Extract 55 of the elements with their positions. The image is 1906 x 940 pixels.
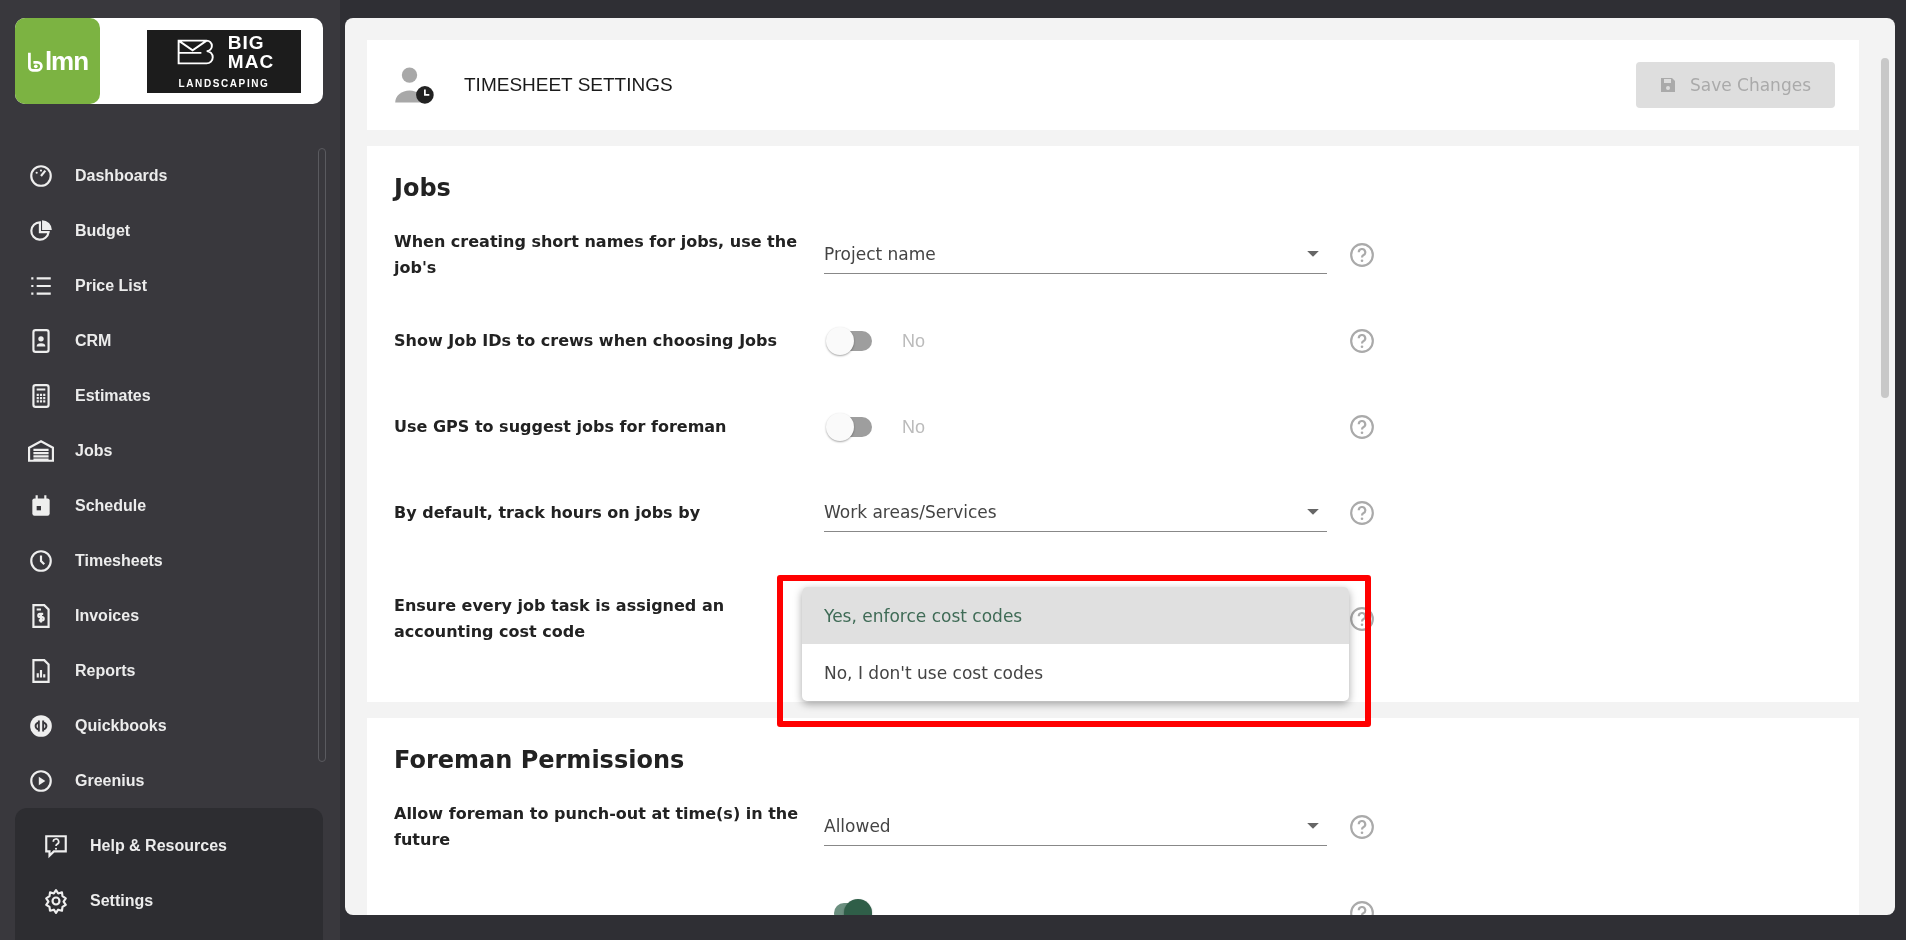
nav-item[interactable]: Settings bbox=[15, 873, 323, 928]
nav-item[interactable]: Invoices bbox=[0, 588, 140, 643]
help-icon[interactable] bbox=[1349, 500, 1375, 526]
nav-item[interactable]: Estimates bbox=[0, 368, 151, 423]
select-field[interactable]: Work areas/Services bbox=[824, 494, 1327, 532]
gauge-icon bbox=[28, 162, 54, 189]
help-icon[interactable] bbox=[1349, 606, 1375, 632]
section-title: Foreman Permissions bbox=[394, 746, 686, 774]
nav-item[interactable]: Price List bbox=[0, 258, 148, 313]
scrollbar[interactable] bbox=[1881, 58, 1889, 398]
nav-item[interactable]: Greenius bbox=[0, 753, 145, 808]
clock-icon bbox=[28, 547, 54, 574]
play-circle-icon bbox=[28, 767, 54, 794]
toggle-state: No bbox=[902, 416, 925, 438]
nav-item[interactable]: Dashboards bbox=[0, 148, 168, 203]
caret-icon bbox=[1307, 822, 1319, 830]
qb-icon bbox=[28, 712, 54, 739]
logo-mark-icon bbox=[26, 50, 43, 72]
setting-label: Ensure every job task is assigned an accounting cost code bbox=[394, 595, 726, 643]
toggle-state: No bbox=[902, 330, 925, 352]
help-icon[interactable] bbox=[1349, 328, 1375, 354]
garage-icon bbox=[28, 437, 54, 464]
section-title: Jobs bbox=[394, 174, 452, 202]
help-icon[interactable] bbox=[1349, 814, 1375, 840]
nav-item[interactable]: Schedule bbox=[0, 478, 147, 533]
help-chat-icon bbox=[43, 832, 69, 859]
nav-item[interactable]: Help & Resources bbox=[15, 818, 323, 873]
help-icon[interactable] bbox=[1349, 242, 1375, 268]
nav-item[interactable]: Quickbooks bbox=[0, 698, 167, 753]
setting-label: Allow foreman to punch-out at time(s) in the future bbox=[394, 803, 800, 851]
setting-label: When creating short names for jobs, use the job's bbox=[394, 231, 798, 279]
logo-text: BIG bbox=[227, 33, 266, 52]
help-icon[interactable] bbox=[1349, 414, 1375, 440]
settings-icon bbox=[43, 887, 69, 914]
toggle-switch[interactable] bbox=[824, 411, 874, 443]
menu-option[interactable]: No, I don't use cost codes bbox=[802, 644, 1349, 701]
logo-text: MAC bbox=[227, 52, 275, 71]
pie-chart-icon bbox=[28, 217, 54, 244]
logo-text: LANDSCAPING bbox=[177, 78, 271, 89]
nav-item[interactable]: Timesheets bbox=[0, 533, 163, 588]
select-field[interactable]: Allowed bbox=[824, 808, 1327, 846]
menu-option[interactable]: Yes, enforce cost codes bbox=[802, 587, 1349, 644]
toggle-switch[interactable] bbox=[824, 325, 874, 357]
setting-label: Show Job IDs to crews when choosing Jobs bbox=[394, 330, 779, 352]
caret-icon bbox=[1307, 250, 1319, 258]
nav-item[interactable]: Reports bbox=[0, 643, 136, 698]
nav-item[interactable]: Jobs bbox=[0, 423, 113, 478]
caret-icon bbox=[1307, 508, 1319, 516]
page-title: TIMESHEET SETTINGS bbox=[464, 74, 674, 96]
person-clock-icon bbox=[393, 65, 437, 105]
setting-label: Use GPS to suggest jobs for foreman bbox=[394, 416, 728, 438]
setting-label: By default, track hours on jobs by bbox=[394, 502, 702, 524]
select-field[interactable]: Project name bbox=[824, 236, 1327, 274]
nav-item[interactable]: CRM bbox=[0, 313, 112, 368]
nav-item[interactable]: Budget bbox=[0, 203, 131, 258]
